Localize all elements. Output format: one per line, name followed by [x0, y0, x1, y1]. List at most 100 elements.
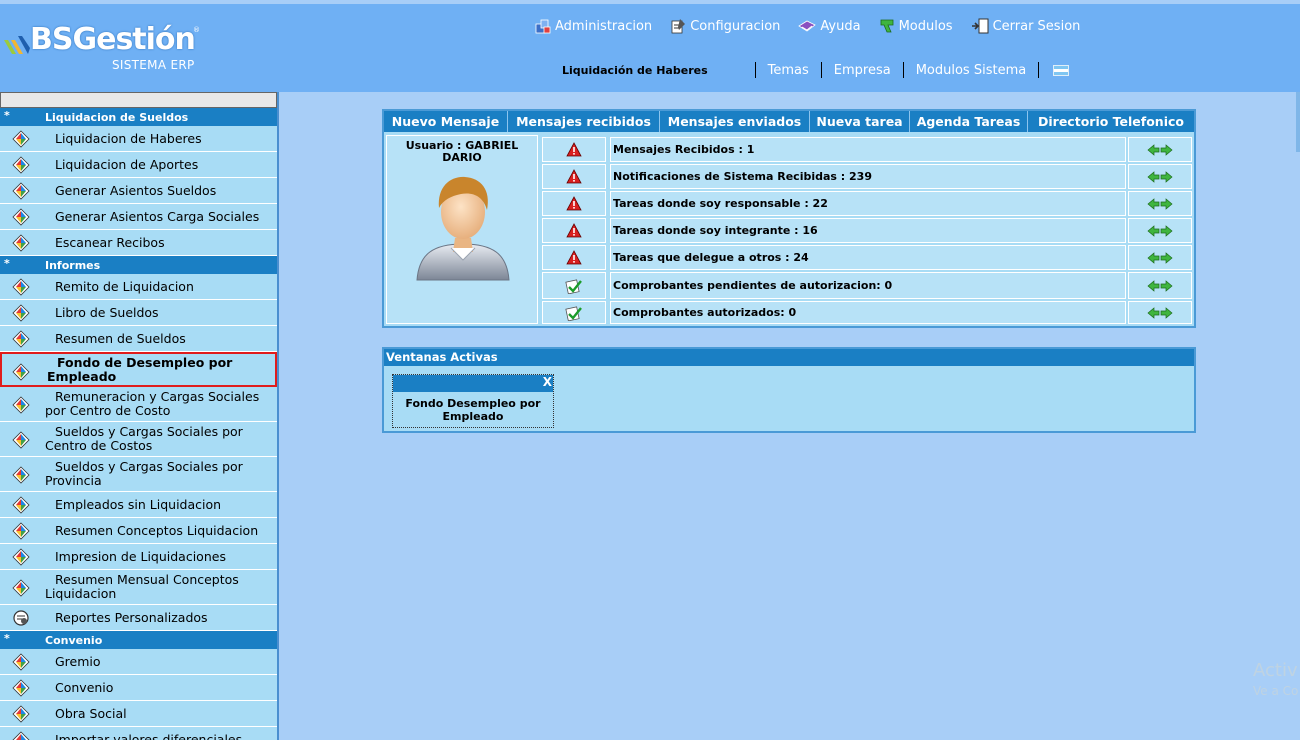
- go-arrows-icon[interactable]: [1147, 305, 1173, 321]
- section-title: Informes: [45, 258, 101, 272]
- sidebar-item[interactable]: Escanear Recibos: [0, 230, 277, 256]
- sidebar-item[interactable]: Generar Asientos Sueldos: [0, 178, 277, 204]
- windows-activation-watermark: Activ Ve a Co: [1253, 660, 1298, 698]
- nav-cerrar-sesion[interactable]: Cerrar Sesion: [971, 18, 1080, 34]
- user-name: Usuario : GABRIEL DARIO: [405, 139, 519, 164]
- row-text[interactable]: Mensajes Recibidos : 1: [610, 137, 1126, 162]
- link-modulos-sistema[interactable]: Modulos Sistema: [916, 63, 1027, 78]
- sidebar-item[interactable]: Resumen Conceptos Liquidacion: [0, 518, 277, 544]
- row-text[interactable]: Tareas donde soy responsable : 22: [610, 191, 1126, 216]
- report-icon: [12, 278, 30, 296]
- nav-configuracion-label: Configuracion: [690, 18, 781, 34]
- separator: [754, 62, 756, 78]
- sidebar-section-header[interactable]: * Liquidacion de Sueldos: [0, 108, 277, 126]
- sidebar-item[interactable]: Importar valores diferenciales: [0, 727, 277, 740]
- sidebar-item[interactable]: Obra Social: [0, 701, 277, 727]
- go-arrows-icon[interactable]: [1147, 196, 1173, 212]
- report-icon: [12, 304, 30, 322]
- nav-modulos-label: Modulos: [898, 18, 953, 34]
- sidebar-item[interactable]: Remito de Liquidacion: [0, 274, 277, 300]
- sidebar-item[interactable]: Sueldos y Cargas Sociales por Provincia: [0, 457, 277, 492]
- go-arrows-icon[interactable]: [1147, 278, 1173, 294]
- sidebar-item[interactable]: Resumen Mensual Conceptos Liquidacion: [0, 570, 277, 605]
- sidebar-item[interactable]: Empleados sin Liquidacion: [0, 492, 277, 518]
- tab-mensajes-enviados[interactable]: Mensajes enviados: [660, 111, 810, 132]
- report-icon: [12, 208, 30, 226]
- current-module-title: Liquidación de Haberes: [562, 63, 708, 77]
- top-nav: Administracion Configuracion Ayuda Modul…: [535, 18, 1098, 34]
- brand-subtitle: SISTEMA ERP: [112, 58, 195, 72]
- nav-configuracion[interactable]: Configuracion: [670, 18, 780, 34]
- report-icon: [12, 431, 30, 449]
- warning-icon: [566, 250, 582, 265]
- tab-nueva-tarea[interactable]: Nueva tarea: [810, 111, 910, 132]
- link-empresa[interactable]: Empresa: [834, 63, 891, 78]
- sidebar-item-label: Remito de Liquidacion: [55, 278, 194, 294]
- dashboard-panel: Nuevo Mensaje Mensajes recibidos Mensaje…: [382, 109, 1196, 328]
- notification-row: Mensajes Recibidos : 1: [542, 137, 1194, 162]
- go-arrows-icon[interactable]: [1147, 169, 1173, 185]
- ok-check-icon: [565, 305, 582, 321]
- sidebar-item-label: Sueldos y Cargas Sociales por Provincia: [45, 459, 243, 488]
- sidebar-item-active[interactable]: Fondo de Desempleo por Empleado: [0, 352, 277, 387]
- sidebar-item-label: Liquidacion de Aportes: [55, 156, 199, 172]
- sidebar-item[interactable]: Reportes Personalizados: [0, 605, 277, 631]
- sidebar-item[interactable]: Sueldos y Cargas Sociales por Centro de …: [0, 422, 277, 457]
- go-arrows-icon[interactable]: [1147, 223, 1173, 239]
- active-window-titlebar: X: [393, 375, 553, 392]
- watermark-line-2: Ve a Co: [1253, 684, 1299, 698]
- sidebar-item-label: Obra Social: [55, 705, 127, 721]
- help-icon: [798, 20, 817, 32]
- sidebar-item[interactable]: Remuneracion y Cargas Sociales por Centr…: [0, 387, 277, 422]
- sidebar-item[interactable]: Gremio: [0, 649, 277, 675]
- tab-nuevo-mensaje[interactable]: Nuevo Mensaje: [384, 111, 508, 132]
- sidebar-item[interactable]: Impresion de Liquidaciones: [0, 544, 277, 570]
- row-text[interactable]: Comprobantes pendientes de autorizacion:…: [610, 272, 1126, 299]
- sidebar-section-header[interactable]: * Convenio: [0, 631, 277, 649]
- warning-icon: [566, 142, 582, 157]
- sidebar-item[interactable]: Generar Asientos Carga Sociales: [0, 204, 277, 230]
- nav-ayuda[interactable]: Ayuda: [798, 18, 861, 34]
- row-text[interactable]: Tareas que delegue a otros : 24: [610, 245, 1126, 270]
- admin-icon: [535, 19, 551, 34]
- report-icon: [12, 679, 30, 697]
- message-tabs: Nuevo Mensaje Mensajes recibidos Mensaje…: [384, 111, 1194, 132]
- sidebar-search-bar[interactable]: [0, 92, 277, 108]
- tab-directorio-telefonico[interactable]: Directorio Telefonico: [1028, 111, 1194, 132]
- tab-mensajes-recibidos[interactable]: Mensajes recibidos: [508, 111, 660, 132]
- sidebar-item[interactable]: Resumen de Sueldos: [0, 326, 277, 352]
- go-arrows-icon[interactable]: [1147, 142, 1173, 158]
- sidebar-item[interactable]: Liquidacion de Aportes: [0, 152, 277, 178]
- section-bullet: *: [4, 257, 10, 270]
- brand-name: BSGestión: [30, 22, 196, 57]
- row-text[interactable]: Comprobantes autorizados: 0: [610, 301, 1126, 324]
- separator: [820, 62, 822, 78]
- report-icon: [12, 731, 30, 740]
- sidebar-item[interactable]: Liquidacion de Haberes: [0, 126, 277, 152]
- close-window-button[interactable]: X: [543, 375, 552, 389]
- go-arrows-icon[interactable]: [1147, 250, 1173, 266]
- active-window-label[interactable]: Fondo Desempleo por Empleado: [393, 397, 553, 423]
- active-window-card[interactable]: X Fondo Desempleo por Empleado: [392, 374, 554, 428]
- logout-icon: [971, 18, 989, 34]
- tab-agenda-tareas[interactable]: Agenda Tareas: [910, 111, 1028, 132]
- nav-administracion-label: Administracion: [555, 18, 653, 34]
- sidebar-section-header[interactable]: * Informes: [0, 256, 277, 274]
- notification-row: Comprobantes pendientes de autorizacion:…: [542, 272, 1194, 299]
- separator: [902, 62, 904, 78]
- header: BSGestión ® SISTEMA ERP Administracion C…: [0, 4, 1300, 92]
- nav-modulos[interactable]: Modulos: [879, 18, 953, 34]
- sidebar-item[interactable]: Convenio: [0, 675, 277, 701]
- brand-logo[interactable]: BSGestión ® SISTEMA ERP: [0, 22, 210, 78]
- active-windows-panel: Ventanas Activas X Fondo Desempleo por E…: [382, 347, 1196, 433]
- link-temas[interactable]: Temas: [768, 63, 809, 78]
- warning-icon: [566, 169, 582, 184]
- sidebar-item-label: Generar Asientos Carga Sociales: [55, 208, 260, 224]
- row-text[interactable]: Tareas donde soy integrante : 16: [610, 218, 1126, 243]
- argentina-flag-icon[interactable]: [1053, 64, 1070, 76]
- row-action-cell: [1128, 245, 1192, 270]
- nav-administracion[interactable]: Administracion: [535, 18, 652, 34]
- sidebar-item[interactable]: Libro de Sueldos: [0, 300, 277, 326]
- report-icon: [12, 396, 30, 414]
- row-text[interactable]: Notificaciones de Sistema Recibidas : 23…: [610, 164, 1126, 189]
